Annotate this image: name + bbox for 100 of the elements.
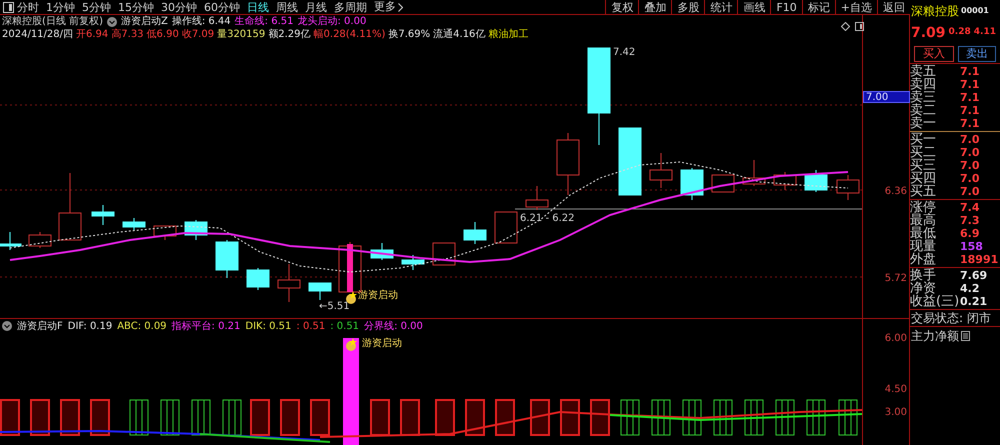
histogram-bar: [30, 399, 50, 436]
high-price-label: 7.42: [613, 46, 636, 60]
histogram-bar: [560, 399, 580, 436]
quote-value: 7.0: [960, 133, 980, 146]
indicator-value: 生命线: 6.51: [234, 14, 294, 28]
signal-label: 游资启动: [358, 288, 398, 303]
quote-value: 7.0: [960, 146, 980, 159]
histogram-bar: [222, 400, 242, 436]
toolbar-button[interactable]: F10: [770, 0, 802, 14]
quote-label: 卖一: [910, 117, 937, 130]
period-tab[interactable]: 日线: [247, 0, 269, 14]
quote-value: 7.0: [960, 172, 980, 185]
quote-label: 卖四: [910, 78, 937, 91]
histogram-bar: [652, 400, 670, 436]
quote-label: 收益(三): [910, 295, 960, 308]
candle: [432, 242, 456, 266]
histogram-bar: [370, 399, 390, 436]
indicator-value: 分界线: 0.00: [364, 320, 423, 334]
candle: [742, 160, 766, 186]
quote-value: 7.1: [960, 91, 980, 104]
quote-label: 买五: [910, 185, 937, 198]
period-tab[interactable]: 5分钟: [82, 0, 111, 14]
candle: [804, 170, 828, 192]
quote-label: 卖二: [910, 104, 937, 117]
quote-label: 买四: [910, 172, 937, 185]
chart-title: 深粮控股(日线 前复权): [2, 14, 103, 29]
histogram-bar: [495, 399, 515, 436]
histogram-bar: [465, 399, 485, 436]
candle: [308, 282, 332, 300]
quote-value: 7.1: [960, 78, 980, 91]
chevron-down-icon[interactable]: [106, 16, 117, 26]
panel-toggle-icon[interactable]: [855, 22, 864, 31]
quote-value: 7.0: [960, 185, 980, 198]
toolbar-button[interactable]: 标记: [802, 0, 835, 14]
quote-text: 高7.33: [111, 28, 144, 42]
candle: [278, 264, 300, 302]
histogram-bar: [160, 400, 180, 436]
signal-label: 游资启动: [362, 336, 402, 351]
indicator-name: 游资启动Z: [120, 14, 168, 28]
indicator-name: 游资启动F: [17, 320, 63, 334]
quote-text: 换7.69%: [388, 28, 430, 42]
price-axis-label: 5.72: [884, 272, 907, 286]
quote-label: 换手: [910, 269, 937, 282]
period-tab[interactable]: 15分钟: [118, 0, 154, 14]
quote-value: 6.9: [960, 227, 980, 240]
chevron-right-icon: [398, 2, 403, 12]
period-tab[interactable]: 多周期: [334, 0, 367, 14]
low-price-label: ←5.51: [319, 300, 350, 314]
indicator-axis-label: 6.00: [884, 332, 907, 346]
price-axis-label: 6.36: [884, 185, 907, 199]
candle: [402, 254, 424, 270]
quote-value: 158: [960, 240, 983, 253]
period-tab[interactable]: 分时: [17, 0, 39, 14]
toolbar-button[interactable]: 多股: [671, 0, 704, 14]
buy-button[interactable]: 买入: [914, 46, 954, 62]
candle: [28, 232, 52, 248]
panel-toggle-icon[interactable]: [3, 2, 14, 12]
last-price: 7.09: [911, 24, 946, 42]
candle: [0, 232, 22, 250]
quote-text: 开6.94: [76, 28, 108, 42]
quote-value: 0.21: [960, 295, 988, 308]
toolbar-button[interactable]: 统计: [704, 0, 738, 14]
sell-button[interactable]: 卖出: [958, 46, 996, 62]
histogram-bar: [620, 400, 640, 436]
main-net-label: 主力净额: [911, 328, 959, 344]
quote-label: 涨停: [910, 201, 937, 214]
quote-label: 买二: [910, 146, 937, 159]
histogram-bar: [192, 400, 210, 436]
candle: [556, 132, 580, 196]
quote-text: 幅0.28(4.11%): [314, 28, 386, 42]
period-tab[interactable]: 周线: [276, 0, 298, 14]
more-menu[interactable]: 更多: [374, 0, 403, 16]
current-price-marker: 7.00: [863, 91, 910, 103]
period-tab[interactable]: 月线: [305, 0, 327, 14]
quote-text: 流通4.16亿: [433, 28, 486, 42]
diamond-icon[interactable]: [841, 22, 850, 31]
histogram-bar: [530, 399, 550, 436]
quote-label: 外盘: [910, 253, 937, 266]
list-icon[interactable]: [961, 330, 970, 340]
candle: [216, 240, 238, 278]
indicator-axis-label: 4.50: [884, 383, 907, 397]
chevron-down-icon[interactable]: [2, 321, 12, 331]
quote-text: 量320159: [217, 28, 266, 42]
indicator-value: 指标平台: 0.21: [172, 320, 240, 334]
period-tab[interactable]: 60分钟: [204, 0, 240, 14]
price-change-percent: 4.11: [974, 26, 996, 40]
period-tab[interactable]: 30分钟: [161, 0, 197, 14]
quote-text: 收7.09: [182, 28, 214, 42]
price-range-label: 6.21 - 6.22: [520, 212, 574, 226]
toolbar-button[interactable]: 画线: [737, 0, 770, 14]
histogram-bar: [60, 399, 80, 436]
toolbar-button[interactable]: 叠加: [638, 0, 672, 14]
toolbar-button[interactable]: 复权: [605, 0, 638, 14]
histogram-bar: [0, 399, 20, 436]
toolbar-button[interactable]: 返回: [877, 0, 910, 14]
toolbar-button[interactable]: +自选: [834, 0, 877, 14]
indicator-value: ABC: 0.09: [117, 320, 167, 334]
period-tab[interactable]: 1分钟: [46, 0, 75, 14]
signal-bar: [347, 244, 353, 292]
quote-value: 7.69: [960, 269, 988, 282]
